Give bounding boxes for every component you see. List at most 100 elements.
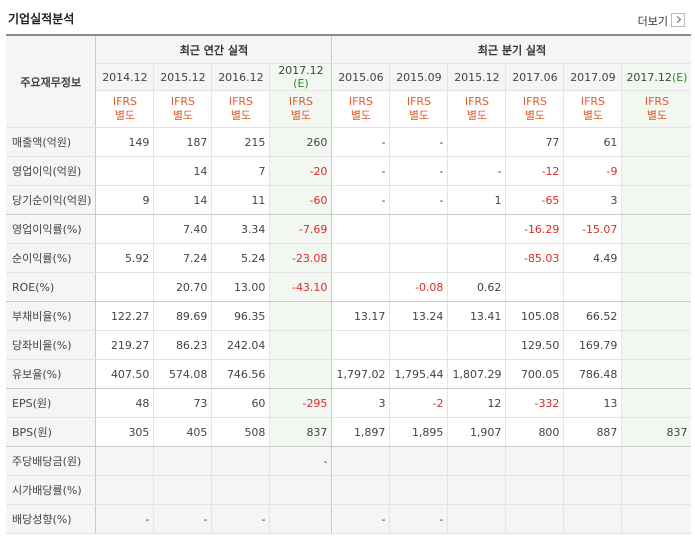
period-label: 2017.06 [512,70,558,84]
period-label: 2017.12 [626,70,672,84]
table-cell [621,243,692,273]
ifrs-type-label: 별도 [350,109,372,122]
table-cell [447,330,507,360]
table-cell [153,446,213,476]
period-label: 2017.09 [570,70,616,84]
row-label: EPS(원) [6,388,97,418]
more-link[interactable]: 더보기 [638,13,685,29]
period-header: 2015.06 [331,63,391,91]
table-cell [95,156,155,186]
table-cell: 13.17 [331,301,391,331]
period-label: 2017.12 [278,64,324,77]
row-label: 배당성향(%) [6,504,97,534]
ifrs-badge: IFRS 별도 [389,90,449,128]
table-cell: - [331,185,391,215]
row-label: 당좌비율(%) [6,330,97,360]
ifrs-badge: IFRS 별도 [153,90,213,128]
table-cell: 3 [563,185,623,215]
ifrs-label: IFRS [464,95,490,108]
table-cell: -20 [269,156,333,186]
table-cell: 66.52 [563,301,623,331]
table-row: 배당성향(%) - - - - - [6,504,692,534]
table-cell: -23.08 [269,243,333,273]
table-cell: 786.48 [563,359,623,389]
table-cell [621,301,692,331]
table-row: 영업이익(억원) 14 7 -20- - - -12 -9 [6,156,692,186]
more-label: 더보기 [637,15,668,28]
table-cell: - [211,504,271,534]
table-cell [331,446,391,476]
table-cell: 105.08 [505,301,565,331]
table-cell [447,243,507,273]
table-cell: 1,907 [447,417,507,447]
table-cell: 405 [153,417,213,447]
period-header: 2017.06 [505,63,565,91]
table-cell: -16.29 [505,214,565,244]
table-cell [447,504,507,534]
table-cell: - [389,504,449,534]
table-cell: 508 [211,417,271,447]
table-cell [269,330,333,360]
ifrs-type-label: 별도 [114,109,136,122]
section-title: 기업실적분석 [8,12,75,26]
table-cell: 0.62 [447,272,507,302]
table-cell: 305 [95,417,155,447]
table-cell: 96.35 [211,301,271,331]
table-cell: -15.07 [563,214,623,244]
table-row: 유보율(%) 407.50 574.08 746.56 1,797.02 1,795.44… [6,359,692,389]
table-cell: 7 [211,156,271,186]
table-cell [389,243,449,273]
ifrs-type-label: 별도 [172,109,194,122]
table-cell: 746.56 [211,359,271,389]
table-cell: - [389,185,449,215]
period-label: 2016.12 [218,70,264,84]
table-cell: 13.00 [211,272,271,302]
table-cell: -2 [389,388,449,418]
period-header: 2017.09 [563,63,623,91]
quarter-group-header: 최근 분기 실적 [331,35,692,64]
ifrs-type-label: 별도 [290,109,312,122]
table-cell: 77 [505,127,565,157]
period-header: 2016.12 [211,63,271,91]
table-cell: 1,897 [331,417,391,447]
table-cell: 837 [269,417,333,447]
table-row: 부채비율(%) 122.27 89.69 96.35 13.17 13.24 13.41 10… [6,301,692,331]
table-cell: 89.69 [153,301,213,331]
table-cell [389,446,449,476]
table-cell: 13.41 [447,301,507,331]
table-cell: 14 [153,185,213,215]
table-cell [447,214,507,244]
ifrs-badge: IFRS 별도 [505,90,565,128]
table-cell: -295 [269,388,333,418]
table-cell: - [153,504,213,534]
ifrs-type-label: 별도 [408,109,430,122]
table-cell [447,127,507,157]
period-header: 2015.09 [389,63,449,91]
table-cell [95,446,155,476]
ifrs-label: IFRS [644,95,670,108]
table-cell: 7.24 [153,243,213,273]
table-cell [211,475,271,505]
table-cell [269,359,333,389]
table-cell [389,330,449,360]
period-label: 2015.12 [160,70,206,84]
table-cell [331,475,391,505]
table-cell: 5.24 [211,243,271,273]
table-cell [505,504,565,534]
table-cell: 3 [331,388,391,418]
table-cell: 11 [211,185,271,215]
table-cell: -332 [505,388,565,418]
table-cell: -7.69 [269,214,333,244]
table-row: BPS(원) 305 405 508 837 1,897 1,895 1,907 800 887 8… [6,417,692,447]
table-cell [95,214,155,244]
ifrs-label: IFRS [170,95,196,108]
table-cell: 169.79 [563,330,623,360]
table-cell [621,330,692,360]
period-label: 2014.12 [102,70,148,84]
ifrs-label: IFRS [348,95,374,108]
row-label: 영업이익(억원) [6,156,97,186]
table-row: 당좌비율(%) 219.27 86.23 242.04 129.50 169.79 [6,330,692,360]
table-cell [621,446,692,476]
ifrs-badge: IFRS 별도 [95,90,155,128]
table-cell: 122.27 [95,301,155,331]
